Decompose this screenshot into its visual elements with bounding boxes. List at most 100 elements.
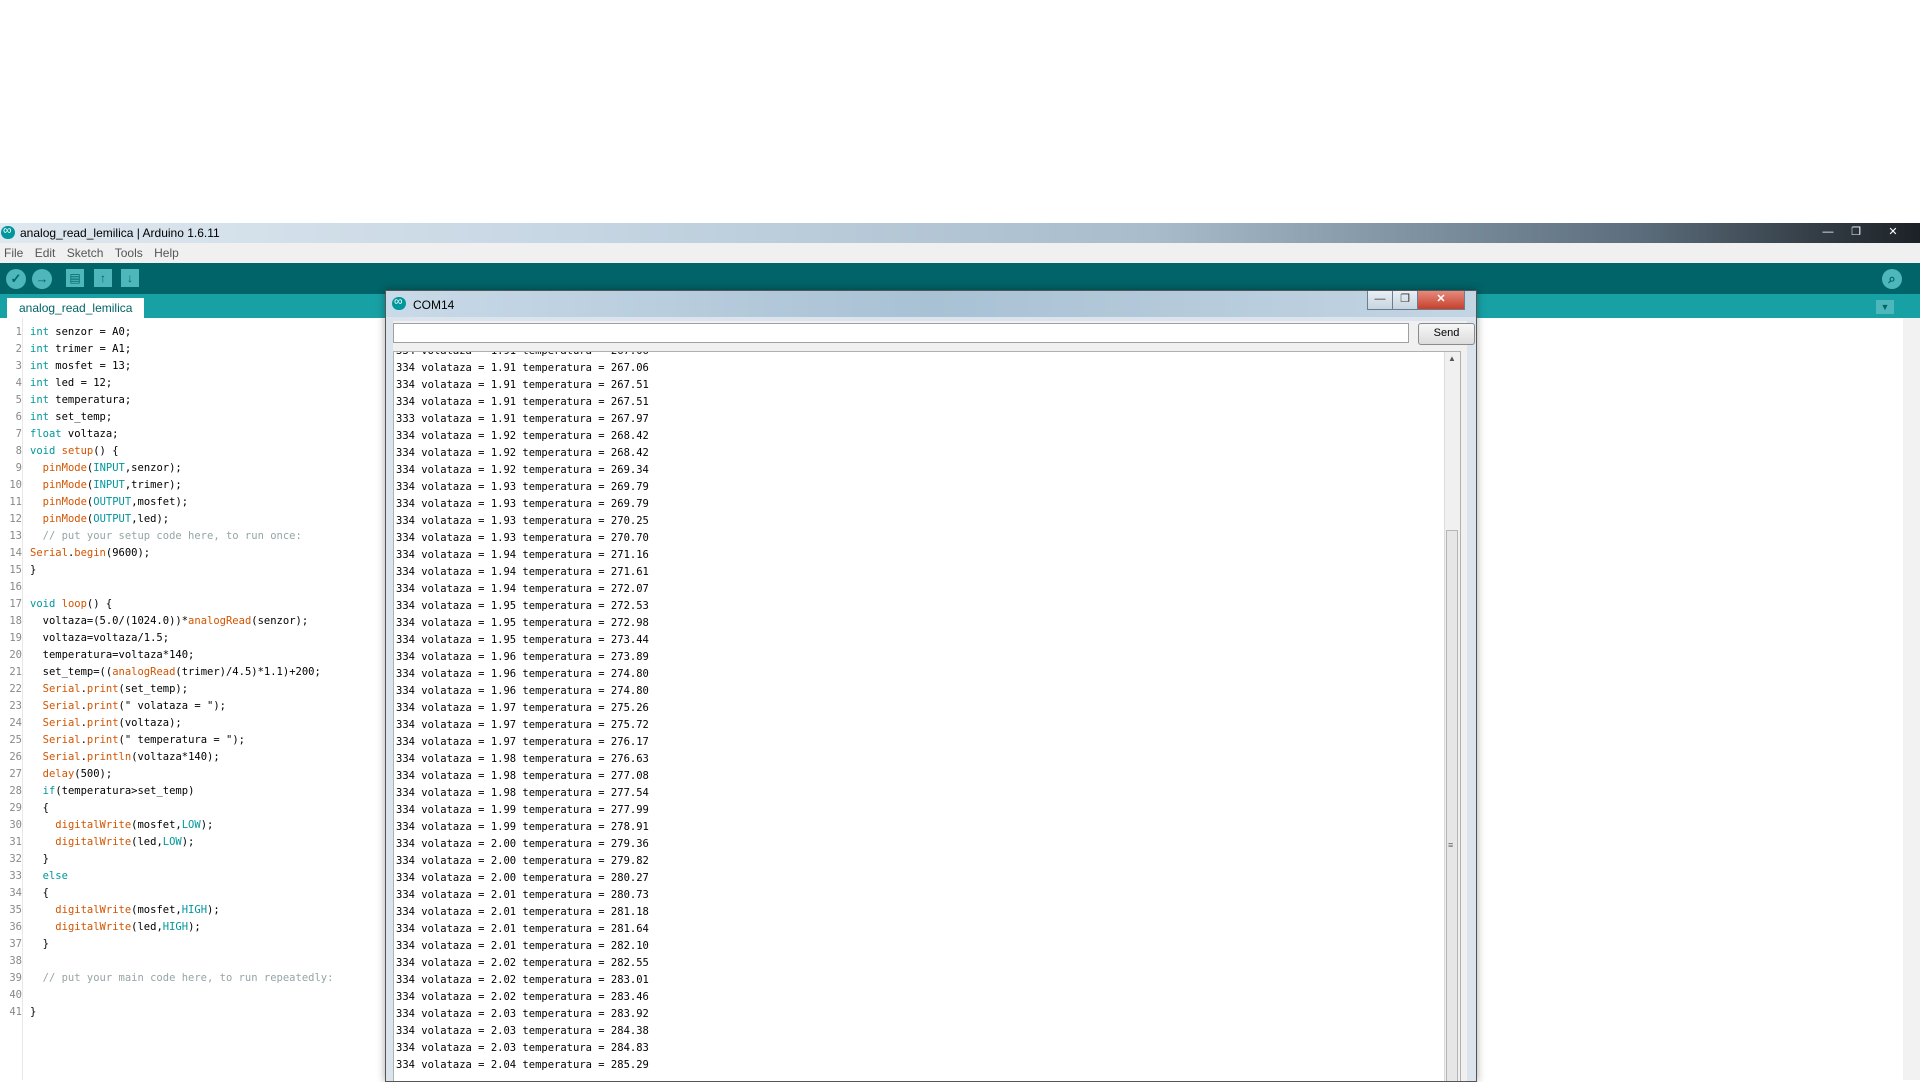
code-line[interactable]: voltaza=(5.0/(1024.0))*analogRead(senzor…	[30, 615, 309, 627]
tab-analog-read-lemilica[interactable]: analog_read_lemilica	[7, 298, 145, 318]
code-line[interactable]: else	[30, 870, 68, 882]
code-token: int	[30, 360, 49, 372]
serial-monitor-body: Send 334 volataza = 1.91 temperatura = 2…	[393, 321, 1475, 1081]
serial-output-line: 334 volataza = 1.92 temperatura = 268.42	[396, 430, 649, 442]
code-token: set_temp=((	[30, 666, 113, 678]
code-line[interactable]: // put your setup code here, to run once…	[30, 530, 302, 542]
close-button[interactable]: ✕	[1880, 225, 1906, 240]
line-number: 35	[9, 904, 22, 916]
code-token: print	[86, 734, 119, 746]
code-line[interactable]: digitalWrite(mosfet,LOW);	[30, 819, 213, 831]
code-line[interactable]: {	[30, 802, 49, 814]
code-line[interactable]: Serial.begin(9600);	[30, 547, 150, 559]
code-token: digitalWrite	[55, 819, 132, 831]
code-line[interactable]: int trimer = A1;	[30, 343, 131, 355]
editor-vertical-scrollbar[interactable]	[1903, 318, 1920, 1080]
open-sketch-icon[interactable]: ↑	[94, 269, 112, 287]
new-sketch-icon[interactable]: ▤	[66, 269, 84, 287]
code-line[interactable]: {	[30, 887, 49, 899]
serial-monitor-window: COM14 — ❐ ✕ Send 334 volataza = 1.91 tem…	[385, 290, 1477, 1082]
code-token: analogRead	[112, 666, 176, 678]
code-token: set_temp;	[48, 411, 113, 423]
code-line[interactable]: Serial.print(" volataza = ");	[30, 700, 226, 712]
code-token: voltaza=(5.0/(1024.0))*	[30, 615, 189, 627]
serial-minimize-button[interactable]: —	[1367, 291, 1393, 310]
code-line[interactable]: pinMode(OUTPUT,led);	[30, 513, 169, 525]
code-line[interactable]: Serial.print(" temperatura = ");	[30, 734, 245, 746]
scroll-up-arrow-icon[interactable]: ▲	[1448, 354, 1456, 363]
serial-output-line: 334 volataza = 2.00 temperatura = 279.82	[396, 855, 649, 867]
serial-output-vertical-scrollbar[interactable]: ▲ ≡	[1444, 352, 1460, 1081]
code-line[interactable]: digitalWrite(led,HIGH);	[30, 921, 200, 933]
code-line[interactable]: // put your main code here, to run repea…	[30, 972, 334, 984]
code-token: (temperatura>set_temp)	[55, 785, 195, 797]
code-line[interactable]: int senzor = A0;	[30, 326, 131, 338]
maximize-button[interactable]: ❐	[1843, 225, 1869, 240]
code-line[interactable]: Serial.print(voltaza);	[30, 717, 182, 729]
serial-output-line: 334 volataza = 1.98 temperatura = 277.08	[396, 770, 649, 782]
code-token: INPUT	[93, 462, 125, 474]
code-token: ,mosfet);	[131, 496, 189, 508]
code-line[interactable]: delay(500);	[30, 768, 113, 780]
menu-edit[interactable]: Edit	[31, 243, 60, 260]
line-number: 10	[9, 479, 22, 491]
scrollbar-thumb[interactable]	[1446, 530, 1458, 1081]
menu-sketch[interactable]: Sketch	[63, 243, 108, 260]
code-line[interactable]: void setup() {	[30, 445, 119, 457]
ide-titlebar[interactable]: analog_read_lemilica | Arduino 1.6.11 — …	[0, 223, 1920, 243]
code-line[interactable]: }	[30, 938, 49, 950]
line-number: 39	[9, 972, 22, 984]
code-line[interactable]: }	[30, 564, 36, 576]
code-line[interactable]: voltaza=voltaza/1.5;	[30, 632, 169, 644]
code-line[interactable]: pinMode(OUTPUT,mosfet);	[30, 496, 188, 508]
serial-output-area[interactable]: 334 volataza = 1.91 temperatura = 267.06…	[393, 351, 1461, 1081]
code-line[interactable]: int led = 12;	[30, 377, 112, 389]
serial-output-line: 334 volataza = 1.95 temperatura = 272.98	[396, 617, 649, 629]
code-line[interactable]: temperatura=voltaza*140;	[30, 649, 195, 661]
code-line[interactable]: digitalWrite(led,LOW);	[30, 836, 194, 848]
serial-maximize-button[interactable]: ❐	[1392, 291, 1418, 310]
serial-monitor-titlebar[interactable]: COM14 — ❐ ✕	[386, 291, 1476, 317]
serial-output-line: 334 volataza = 2.01 temperatura = 281.18	[396, 906, 649, 918]
serial-output-line: 334 volataza = 1.91 temperatura = 267.06	[396, 351, 649, 357]
serial-close-button[interactable]: ✕	[1417, 291, 1465, 310]
code-token: }	[30, 564, 37, 576]
code-line[interactable]: digitalWrite(mosfet,HIGH);	[30, 904, 219, 916]
code-line[interactable]: if(temperatura>set_temp)	[30, 785, 195, 797]
send-button[interactable]: Send	[1418, 323, 1475, 345]
code-line[interactable]: pinMode(INPUT,trimer);	[30, 479, 182, 491]
code-token: temperatura;	[48, 394, 132, 406]
menu-file[interactable]: File	[0, 243, 27, 260]
tab-menu-chevron-down-icon[interactable]: ▼	[1876, 300, 1894, 314]
minimize-button[interactable]: —	[1815, 225, 1841, 240]
code-line[interactable]: void loop() {	[30, 598, 112, 610]
code-line[interactable]: Serial.println(voltaza*140);	[30, 751, 220, 763]
menu-help[interactable]: Help	[150, 243, 183, 260]
code-line[interactable]: pinMode(INPUT,senzor);	[30, 462, 182, 474]
code-line[interactable]: int mosfet = 13;	[30, 360, 131, 372]
code-line[interactable]: set_temp=((analogRead(trimer)/4.5)*1.1)+…	[30, 666, 321, 678]
code-line[interactable]: Serial.print(set_temp);	[30, 683, 188, 695]
code-line[interactable]: }	[30, 853, 49, 865]
line-number: 6	[15, 411, 22, 423]
code-token: Serial	[42, 683, 81, 695]
code-line[interactable]: int temperatura;	[30, 394, 131, 406]
code-line[interactable]: int set_temp;	[30, 411, 112, 423]
code-line[interactable]: }	[30, 1006, 36, 1018]
save-sketch-icon[interactable]: ↓	[121, 269, 139, 287]
code-token: Serial	[42, 717, 81, 729]
line-number: 13	[9, 530, 22, 542]
code-line[interactable]: float voltaza;	[30, 428, 119, 440]
serial-output-line: 334 volataza = 2.04 temperatura = 285.29	[396, 1059, 649, 1071]
serial-send-input[interactable]	[393, 323, 1409, 343]
serial-monitor-icon[interactable]: ⌕	[1882, 269, 1902, 289]
verify-icon[interactable]: ✓	[6, 269, 26, 289]
menu-tools[interactable]: Tools	[111, 243, 147, 260]
code-token: );	[200, 819, 214, 831]
upload-icon[interactable]: →	[32, 269, 52, 289]
